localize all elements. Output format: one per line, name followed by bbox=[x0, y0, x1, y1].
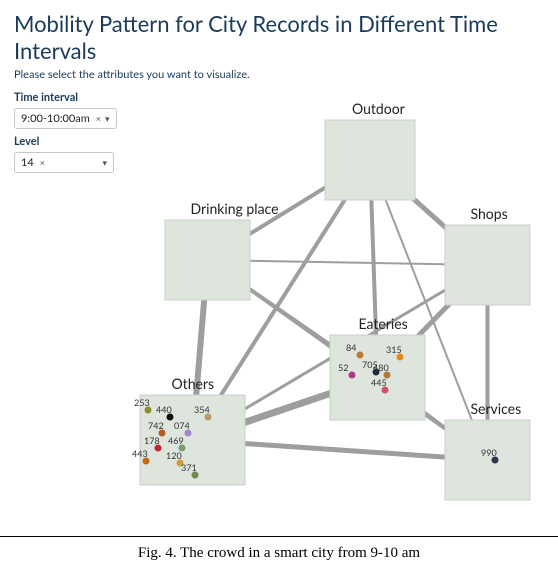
category-box-drinking[interactable] bbox=[165, 220, 250, 300]
figure-caption: Fig. 4. The crowd in a smart city from 9… bbox=[0, 536, 558, 562]
chevron-down-icon[interactable]: ▾ bbox=[102, 157, 107, 169]
category-box-outdoor[interactable] bbox=[325, 120, 415, 200]
page-subtitle: Please select the attributes you want to… bbox=[14, 68, 558, 81]
category-label-outdoor: Outdoor bbox=[352, 100, 405, 117]
category-label-others: Others bbox=[172, 375, 215, 392]
time-interval-value: 9:00-10:00am bbox=[21, 112, 90, 125]
data-point-label: 84 bbox=[346, 342, 356, 353]
data-point-label: 443 bbox=[132, 448, 148, 459]
data-point[interactable] bbox=[349, 372, 356, 379]
data-point-label: 074 bbox=[174, 420, 190, 431]
data-point-label: 52 bbox=[338, 362, 348, 373]
data-point-label: 178 bbox=[144, 435, 160, 446]
data-point-label: 445 bbox=[371, 377, 387, 388]
clear-icon[interactable]: × bbox=[96, 113, 101, 124]
data-point-label: 371 bbox=[181, 462, 197, 473]
data-point-label: 742 bbox=[148, 420, 164, 431]
data-point-label: 315 bbox=[386, 344, 402, 355]
category-label-services: Services bbox=[471, 400, 522, 417]
data-point-label: 120 bbox=[166, 450, 182, 461]
data-point-label: 480 bbox=[373, 362, 389, 373]
clear-icon[interactable]: × bbox=[40, 157, 45, 168]
category-box-shops[interactable] bbox=[445, 225, 530, 305]
category-box-services[interactable] bbox=[445, 420, 530, 500]
data-point-label: 440 bbox=[156, 404, 172, 415]
category-label-shops: Shops bbox=[471, 205, 508, 222]
data-point-label: 354 bbox=[194, 404, 210, 415]
level-select[interactable]: 14 × ▾ bbox=[14, 152, 114, 173]
data-point[interactable] bbox=[357, 352, 364, 359]
page-title: Mobility Pattern for City Records in Dif… bbox=[14, 10, 558, 64]
data-point-label: 990 bbox=[481, 447, 497, 458]
data-point-label: 469 bbox=[168, 435, 184, 446]
data-point-label: 253 bbox=[134, 397, 150, 408]
mobility-graph: Outdoor Drinking place Shops Eateries Others… bbox=[110, 100, 550, 520]
time-interval-select[interactable]: 9:00-10:00am × ▾ bbox=[14, 108, 117, 129]
level-value: 14 bbox=[21, 156, 34, 169]
category-label-eateries: Eateries bbox=[359, 315, 408, 332]
chevron-down-icon[interactable]: ▾ bbox=[105, 113, 110, 125]
category-label-drinking: Drinking place bbox=[191, 200, 279, 217]
